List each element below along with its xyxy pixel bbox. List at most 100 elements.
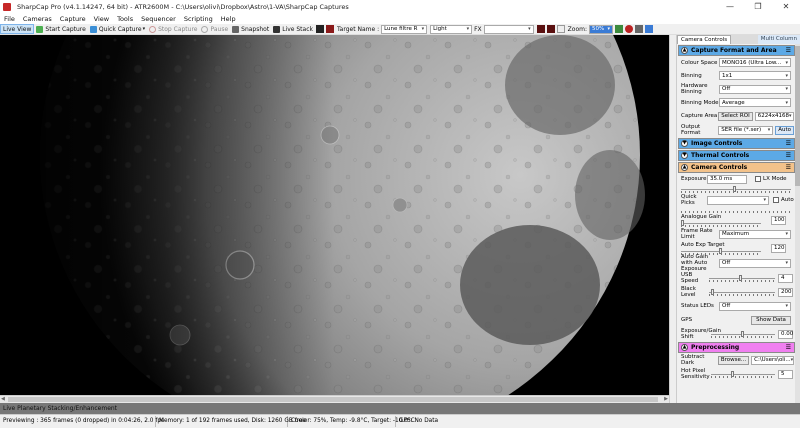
section-preprocessing[interactable]: ▲ Preprocessing ☰ <box>678 342 795 353</box>
collapse-icon[interactable]: ▲ <box>681 47 688 54</box>
snapshot-button[interactable]: Snapshot <box>230 24 271 34</box>
tab-camera-controls[interactable]: Camera Controls <box>677 35 732 44</box>
menu-cameras[interactable]: Cameras <box>19 15 56 23</box>
stop-capture-button[interactable]: Stop Capture <box>147 24 199 34</box>
auto-exp-target-input[interactable]: 120 <box>771 243 786 253</box>
exposure-input[interactable]: 35.0 ms <box>707 174 747 184</box>
tools-icon[interactable] <box>644 25 653 33</box>
section-camera-controls[interactable]: ▲ Camera Controls ☰ <box>678 162 795 173</box>
hardware-binning-select[interactable]: Off ▾ <box>719 84 791 94</box>
camera-controls-panel: Camera Controls Multi Column ▲ Capture F… <box>676 35 800 403</box>
live-stack-button[interactable]: Live Stack <box>271 24 315 34</box>
panel-scroll-thumb[interactable] <box>795 46 800 186</box>
quick-picks-slider[interactable] <box>681 206 791 213</box>
maximize-button[interactable]: ❐ <box>744 0 772 13</box>
live-view-button[interactable]: Live View <box>0 24 35 34</box>
usb-speed-slider[interactable] <box>709 274 775 282</box>
collapse-icon[interactable]: ▲ <box>681 164 688 171</box>
section-thermal-controls[interactable]: ▼ Thermal Controls ☰ <box>678 150 795 161</box>
black-level-input[interactable]: 200 <box>778 287 793 297</box>
analogue-gain-input[interactable]: 100 <box>771 215 786 225</box>
exposure-gain-shift-input[interactable]: 0.00 <box>778 329 793 339</box>
chevron-down-icon: ▾ <box>788 113 792 119</box>
chart-icon[interactable] <box>614 25 623 33</box>
auto-gain-select[interactable]: Off ▾ <box>719 258 791 268</box>
analogue-gain-slider[interactable] <box>681 219 761 227</box>
capture-area-select[interactable]: 6224x4168 ▾ <box>754 111 794 121</box>
status-leds-select[interactable]: Off ▾ <box>719 301 791 311</box>
hamburger-icon[interactable]: ☰ <box>786 164 791 171</box>
exposure-slider[interactable] <box>681 186 791 193</box>
hot-pixel-slider[interactable] <box>711 370 775 378</box>
horizontal-scrollbar[interactable]: ◀ ▶ <box>0 395 669 403</box>
quick-picks-slider-row <box>677 206 796 213</box>
slider-knob[interactable] <box>711 288 714 295</box>
histogram-icon[interactable] <box>315 25 324 33</box>
slider-knob[interactable] <box>739 274 742 281</box>
minimize-button[interactable]: — <box>716 0 744 13</box>
overlay-icon[interactable] <box>546 25 555 33</box>
frame-type-select[interactable]: Light ▾ <box>430 24 473 34</box>
subtract-dark-select[interactable]: C:\Users\oli... ▾ <box>751 355 794 365</box>
section-title: Capture Format and Area <box>691 47 777 54</box>
binning-mode-select[interactable]: Average ▾ <box>719 98 791 107</box>
quick-picks-select[interactable]: ▾ <box>707 195 769 205</box>
image-viewport[interactable] <box>0 35 669 395</box>
slider-knob[interactable] <box>681 219 684 226</box>
menu-tools[interactable]: Tools <box>113 15 137 23</box>
hamburger-icon[interactable]: ☰ <box>786 344 791 351</box>
target-icon[interactable] <box>624 25 633 33</box>
hot-pixel-input[interactable]: 5 <box>778 369 793 379</box>
scroll-left-icon[interactable]: ◀ <box>1 396 5 403</box>
collapse-icon[interactable]: ▲ <box>681 344 688 351</box>
lx-mode-checkbox[interactable] <box>755 176 761 182</box>
title-bar: SharpCap Pro (v4.1.14247, 64 bit) - ATR2… <box>0 0 800 13</box>
start-capture-button[interactable]: Start Capture <box>34 24 87 34</box>
menu-help[interactable]: Help <box>217 15 240 23</box>
menu-view[interactable]: View <box>90 15 113 23</box>
quick-capture-button[interactable]: Quick Capture ▾ <box>88 24 147 34</box>
colour-space-select[interactable]: MONO16 (Ultra Low... ▾ <box>719 58 791 67</box>
scroll-thumb[interactable] <box>8 397 658 402</box>
display-icon[interactable] <box>556 25 565 33</box>
hamburger-icon[interactable]: ☰ <box>786 140 791 147</box>
zoom-select[interactable]: 50% ▾ <box>588 24 613 34</box>
menu-scripting[interactable]: Scripting <box>180 15 217 23</box>
processing-bar[interactable]: Live Planetary Stacking/Enhancement <box>0 403 800 414</box>
expand-icon[interactable]: ▼ <box>681 140 688 147</box>
scroll-right-icon[interactable]: ▶ <box>664 396 668 403</box>
hamburger-icon[interactable]: ☰ <box>786 47 791 54</box>
record-icon[interactable] <box>536 25 545 33</box>
slider-knob[interactable] <box>733 186 736 192</box>
auto-button[interactable]: Auto <box>775 125 794 135</box>
usb-speed-input[interactable]: 4 <box>778 273 793 283</box>
section-image-controls[interactable]: ▼ Image Controls ☰ <box>678 138 795 149</box>
pause-button[interactable]: Pause <box>199 24 230 34</box>
close-button[interactable]: ✕ <box>772 0 800 13</box>
black-level-slider[interactable] <box>709 288 775 296</box>
menu-capture[interactable]: Capture <box>56 15 90 23</box>
section-capture-format[interactable]: ▲ Capture Format and Area ☰ <box>678 45 795 56</box>
menu-sequencer[interactable]: Sequencer <box>137 15 180 23</box>
select-roi-button[interactable]: Select ROI <box>718 111 753 121</box>
binning-select[interactable]: 1x1 ▾ <box>719 71 791 80</box>
vertical-scrollbar[interactable] <box>669 35 676 403</box>
slider-knob[interactable] <box>731 370 734 377</box>
frame-rate-select[interactable]: Maximum ▾ <box>719 229 791 239</box>
tab-multi-column[interactable]: Multi Column <box>757 35 800 44</box>
expand-icon[interactable]: ▼ <box>681 152 688 159</box>
browse-button[interactable]: Browse... <box>717 355 750 365</box>
fx-select[interactable]: ▾ <box>483 24 534 34</box>
hamburger-icon[interactable]: ☰ <box>786 152 791 159</box>
slider-knob[interactable] <box>719 247 722 254</box>
auto-exposure-checkbox[interactable] <box>773 197 779 203</box>
reticle-icon[interactable] <box>325 25 334 33</box>
slider-knob[interactable] <box>741 330 744 337</box>
exposure-gain-shift-slider[interactable] <box>711 330 775 338</box>
show-data-button[interactable]: Show Data <box>751 315 791 325</box>
settings-icon[interactable] <box>634 25 643 33</box>
menu-file[interactable]: File <box>0 15 19 23</box>
target-name-field[interactable]: Lune filtre R ▾ <box>381 24 428 34</box>
panel-scrollbar[interactable] <box>795 44 800 403</box>
output-format-select[interactable]: SER file (*.ser) ▾ <box>718 125 774 135</box>
